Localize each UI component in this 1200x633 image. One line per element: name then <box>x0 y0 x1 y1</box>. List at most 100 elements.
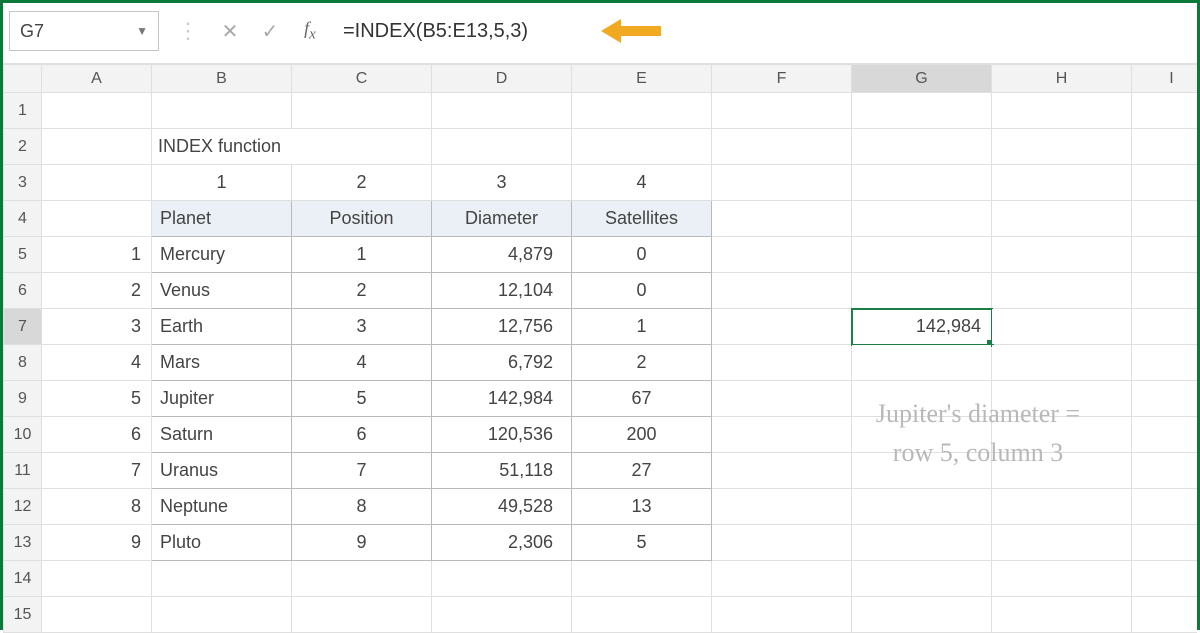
table-cell[interactable]: 4 <box>292 345 432 381</box>
table-header-satellites[interactable]: Satellites <box>572 201 712 237</box>
cell[interactable] <box>42 561 152 597</box>
cell[interactable] <box>992 525 1132 561</box>
cell[interactable] <box>1132 453 1198 489</box>
cell[interactable] <box>42 93 152 129</box>
cell[interactable] <box>712 273 852 309</box>
table-cell[interactable]: Jupiter <box>152 381 292 417</box>
cell[interactable] <box>712 453 852 489</box>
cell[interactable] <box>42 597 152 633</box>
cell[interactable] <box>992 93 1132 129</box>
table-cell[interactable]: 2,306 <box>432 525 572 561</box>
row-marker[interactable]: 9 <box>42 525 152 561</box>
cell[interactable] <box>992 453 1132 489</box>
cell[interactable] <box>992 165 1132 201</box>
row-header[interactable]: 11 <box>4 453 42 489</box>
cell[interactable] <box>712 237 852 273</box>
dropdown-icon[interactable]: ▼ <box>136 24 148 38</box>
cell[interactable] <box>712 525 852 561</box>
table-cell[interactable]: 3 <box>292 309 432 345</box>
cell[interactable] <box>852 273 992 309</box>
table-cell[interactable]: 6,792 <box>432 345 572 381</box>
cell[interactable] <box>992 345 1132 381</box>
cell[interactable] <box>432 129 572 165</box>
table-cell[interactable]: 13 <box>572 489 712 525</box>
table-cell[interactable]: 1 <box>572 309 712 345</box>
cell[interactable] <box>992 417 1132 453</box>
cell[interactable] <box>852 165 992 201</box>
col-header[interactable]: E <box>572 65 712 93</box>
fx-icon[interactable]: fx <box>297 18 323 44</box>
table-cell[interactable]: Mercury <box>152 237 292 273</box>
row-header[interactable]: 13 <box>4 525 42 561</box>
cell[interactable] <box>152 93 292 129</box>
table-cell[interactable]: Earth <box>152 309 292 345</box>
table-cell[interactable]: 0 <box>572 237 712 273</box>
row-header[interactable]: 5 <box>4 237 42 273</box>
table-cell[interactable]: 5 <box>292 381 432 417</box>
cell[interactable] <box>712 345 852 381</box>
row-header[interactable]: 7 <box>4 309 42 345</box>
cell[interactable] <box>992 201 1132 237</box>
row-header[interactable]: 15 <box>4 597 42 633</box>
cell[interactable] <box>992 237 1132 273</box>
cell[interactable] <box>432 561 572 597</box>
cell[interactable] <box>992 129 1132 165</box>
table-cell[interactable]: 67 <box>572 381 712 417</box>
cell[interactable] <box>712 597 852 633</box>
table-cell[interactable]: 2 <box>292 273 432 309</box>
table-cell[interactable]: 12,756 <box>432 309 572 345</box>
cell[interactable] <box>42 129 152 165</box>
cell[interactable] <box>572 597 712 633</box>
cell[interactable] <box>1132 165 1198 201</box>
cell[interactable] <box>992 489 1132 525</box>
cell[interactable] <box>992 309 1132 345</box>
col-marker[interactable]: 1 <box>152 165 292 201</box>
enter-icon[interactable]: ✓ <box>257 19 283 44</box>
cell[interactable] <box>292 561 432 597</box>
table-cell[interactable]: 6 <box>292 417 432 453</box>
selected-cell[interactable]: 142,984 <box>852 309 992 345</box>
row-marker[interactable]: 2 <box>42 273 152 309</box>
col-marker[interactable]: 3 <box>432 165 572 201</box>
cell[interactable] <box>1132 525 1198 561</box>
table-cell[interactable]: 142,984 <box>432 381 572 417</box>
cell[interactable] <box>432 93 572 129</box>
row-marker[interactable]: 1 <box>42 237 152 273</box>
row-marker[interactable]: 4 <box>42 345 152 381</box>
cell[interactable] <box>712 561 852 597</box>
row-header[interactable]: 2 <box>4 129 42 165</box>
cell[interactable] <box>432 597 572 633</box>
table-cell[interactable]: Pluto <box>152 525 292 561</box>
cell[interactable] <box>1132 597 1198 633</box>
cell[interactable] <box>1132 381 1198 417</box>
cell[interactable] <box>852 93 992 129</box>
table-cell[interactable]: 8 <box>292 489 432 525</box>
row-marker[interactable]: 8 <box>42 489 152 525</box>
table-cell[interactable]: 51,118 <box>432 453 572 489</box>
cell[interactable] <box>292 93 432 129</box>
table-cell[interactable]: 7 <box>292 453 432 489</box>
cell[interactable] <box>1132 201 1198 237</box>
cell[interactable] <box>1132 237 1198 273</box>
cell[interactable] <box>152 561 292 597</box>
cell[interactable] <box>852 237 992 273</box>
row-header[interactable]: 3 <box>4 165 42 201</box>
table-cell[interactable]: 12,104 <box>432 273 572 309</box>
cell[interactable] <box>712 381 852 417</box>
col-header[interactable]: A <box>42 65 152 93</box>
cell[interactable] <box>712 165 852 201</box>
cell[interactable] <box>852 453 992 489</box>
table-cell[interactable]: Uranus <box>152 453 292 489</box>
cell[interactable] <box>712 201 852 237</box>
table-cell[interactable]: 49,528 <box>432 489 572 525</box>
row-marker[interactable]: 6 <box>42 417 152 453</box>
cell[interactable] <box>992 381 1132 417</box>
row-header[interactable]: 12 <box>4 489 42 525</box>
table-cell[interactable]: Saturn <box>152 417 292 453</box>
cell[interactable] <box>1132 561 1198 597</box>
cell[interactable] <box>852 381 992 417</box>
cell[interactable] <box>852 525 992 561</box>
table-cell[interactable]: 120,536 <box>432 417 572 453</box>
name-box[interactable]: G7 ▼ <box>9 11 159 51</box>
row-header[interactable]: 6 <box>4 273 42 309</box>
